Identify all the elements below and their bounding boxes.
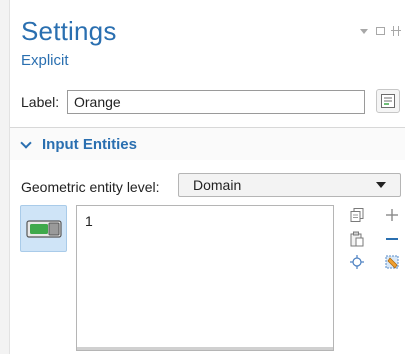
page-subtitle: Explicit bbox=[21, 52, 69, 69]
add-icon bbox=[386, 209, 398, 221]
geometric-entity-level-value: Domain bbox=[193, 177, 242, 193]
section-toggle-input-entities[interactable]: Input Entities bbox=[20, 136, 137, 153]
zoom-to-selection-icon bbox=[350, 255, 364, 269]
label-edit-icon bbox=[381, 94, 395, 108]
pin-icon[interactable] bbox=[391, 26, 401, 36]
page-title: Settings bbox=[21, 16, 117, 46]
remove-icon bbox=[386, 238, 398, 240]
settings-panel: Settings Explicit Label: Input Entities … bbox=[0, 0, 405, 354]
label-input[interactable] bbox=[67, 90, 365, 114]
clear-selection-button[interactable] bbox=[383, 253, 401, 271]
list-item[interactable]: 1 bbox=[85, 213, 93, 229]
copy-button[interactable] bbox=[348, 206, 366, 224]
geometric-entity-level-select[interactable]: Domain bbox=[178, 173, 401, 197]
copy-icon bbox=[350, 208, 364, 222]
chevron-down-icon bbox=[20, 136, 32, 149]
panel-left-edge bbox=[0, 0, 10, 354]
geometric-entity-level-label: Geometric entity level: bbox=[21, 179, 160, 195]
dropdown-icon[interactable] bbox=[360, 28, 368, 34]
window-controls bbox=[360, 26, 401, 36]
maximize-icon[interactable] bbox=[376, 27, 385, 35]
label-edit-button[interactable] bbox=[376, 89, 400, 113]
selection-list[interactable]: 1 bbox=[76, 205, 334, 351]
label-field-label: Label: bbox=[21, 94, 60, 110]
paste-button[interactable] bbox=[348, 230, 366, 248]
list-scrollbar[interactable] bbox=[77, 347, 333, 350]
section-title: Input Entities bbox=[42, 136, 137, 153]
add-button[interactable] bbox=[383, 206, 401, 224]
clear-selection-icon bbox=[385, 255, 399, 269]
remove-button[interactable] bbox=[383, 230, 401, 248]
active-toggle-button[interactable] bbox=[20, 205, 67, 252]
paste-icon bbox=[350, 231, 364, 247]
active-toggle-icon bbox=[25, 219, 62, 238]
zoom-to-selection-button[interactable] bbox=[348, 253, 366, 271]
caret-down-icon bbox=[376, 182, 386, 188]
